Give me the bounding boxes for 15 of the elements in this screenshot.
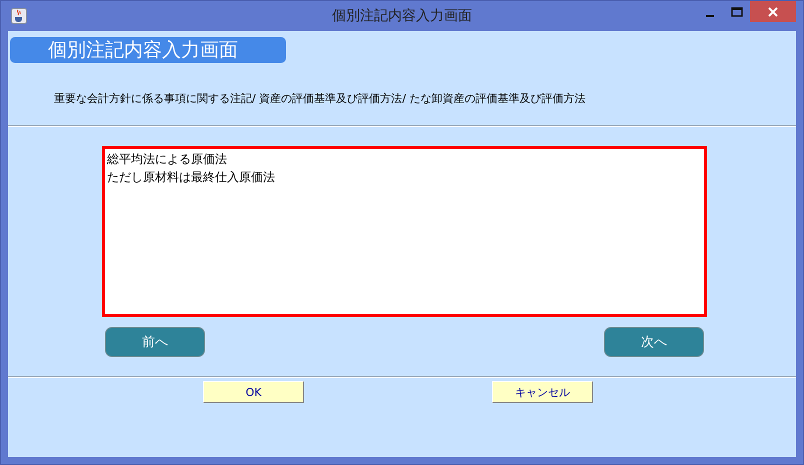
window-title: 個別注記内容入力画面	[332, 8, 472, 24]
note-line: ただし原材料は最終仕入原価法	[107, 169, 275, 186]
close-button[interactable]	[750, 1, 796, 22]
ok-button[interactable]: OK	[203, 381, 304, 403]
previous-button[interactable]: 前へ	[105, 327, 205, 357]
next-button[interactable]: 次へ	[604, 327, 704, 357]
close-icon	[768, 6, 778, 16]
screen-title: 個別注記内容入力画面	[10, 37, 286, 63]
note-field[interactable]: 総平均法による原価法 ただし原材料は最終仕入原価法	[102, 146, 707, 317]
cup-icon	[11, 8, 27, 24]
minimize-icon	[706, 14, 714, 16]
cancel-button[interactable]: キャンセル	[492, 381, 593, 403]
note-heading: 重要な会計方針に係る事項に関する注記/ 資産の評価基準及び評価方法/ たな卸資産の評価基準及び評価方法	[54, 92, 586, 105]
maximize-icon	[730, 6, 742, 16]
note-line: 総平均法による原価法	[107, 151, 227, 168]
